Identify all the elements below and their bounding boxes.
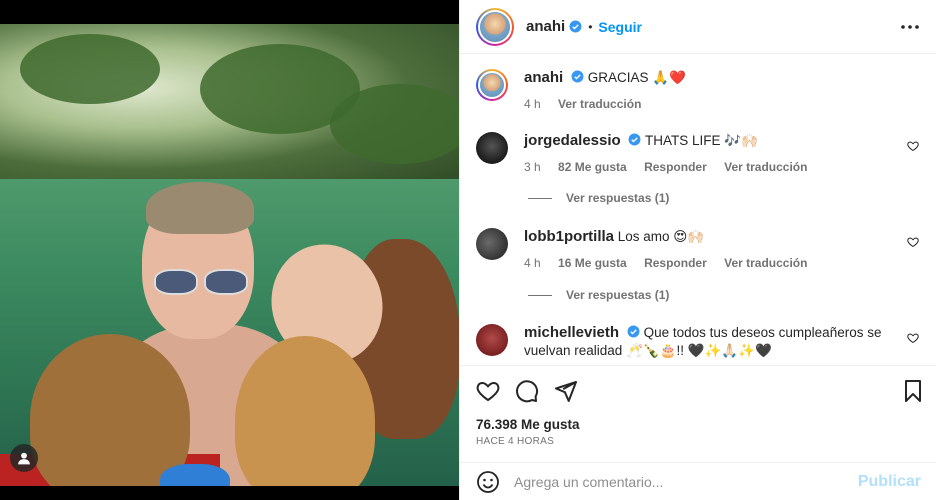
- comment-username[interactable]: jorgedalessio: [524, 132, 621, 149]
- comment-input[interactable]: Agrega un comentario...: [514, 474, 663, 490]
- photo-leaf: [20, 34, 160, 104]
- comment-time[interactable]: 3 h: [524, 160, 541, 174]
- view-replies-button[interactable]: Ver respuestas (1): [528, 288, 669, 302]
- header-separator: •: [588, 19, 593, 34]
- verified-badge-icon: [571, 70, 584, 83]
- comment-username[interactable]: michellevieth: [524, 324, 619, 341]
- see-translation-button[interactable]: Ver traducción: [724, 160, 807, 174]
- like-comment-icon[interactable]: [907, 140, 919, 152]
- see-translation-button[interactable]: Ver traducción: [724, 256, 807, 270]
- follow-button[interactable]: Seguir: [598, 19, 642, 35]
- reply-button[interactable]: Responder: [644, 160, 707, 174]
- verified-badge-icon: [629, 133, 641, 146]
- comment-text: THATS LIFE 🎶🙌🏻: [644, 133, 758, 148]
- add-comment-bar: Agrega un comentario... Publicar: [460, 462, 936, 500]
- tagged-users-button[interactable]: [10, 444, 38, 472]
- avatar[interactable]: [476, 324, 508, 356]
- instagram-post-modal: anahi • Seguir anahi GRACIAS 🙏❤️ 4 h Ver…: [0, 0, 936, 500]
- share-send-icon[interactable]: [554, 379, 578, 403]
- comment-bubble-icon[interactable]: [515, 379, 539, 403]
- verified-badge-icon: [569, 20, 582, 33]
- post-header: anahi • Seguir: [460, 0, 936, 54]
- header-username[interactable]: anahi: [526, 18, 565, 35]
- caption-time[interactable]: 4 h: [524, 97, 541, 111]
- publish-button[interactable]: Publicar: [858, 473, 921, 491]
- likes-count[interactable]: 76.398 Me gusta: [476, 417, 580, 432]
- caption-text: GRACIAS 🙏❤️: [587, 70, 686, 85]
- comment-time[interactable]: 4 h: [524, 256, 541, 270]
- post-side-panel: anahi • Seguir anahi GRACIAS 🙏❤️ 4 h Ver…: [459, 0, 936, 500]
- photo-leaf: [330, 84, 459, 164]
- avatar[interactable]: [476, 132, 508, 164]
- like-heart-icon[interactable]: [476, 379, 500, 403]
- photo-person: [146, 182, 254, 234]
- post-photo[interactable]: [0, 24, 459, 486]
- divider: [528, 294, 552, 296]
- comment-likes[interactable]: 82 Me gusta: [558, 160, 627, 174]
- more-horizontal-icon: [901, 25, 919, 29]
- photo-sunglasses: [150, 269, 250, 297]
- photo-person: [160, 464, 230, 486]
- view-replies-button[interactable]: Ver respuestas (1): [528, 191, 669, 205]
- save-bookmark-icon[interactable]: [901, 379, 925, 403]
- comment-text: Los amo 😍🙌🏻: [617, 229, 705, 244]
- avatar[interactable]: [476, 228, 508, 260]
- caption-username[interactable]: anahi: [524, 69, 563, 86]
- action-bar: [460, 365, 936, 415]
- avatar[interactable]: [476, 7, 514, 46]
- comment-likes[interactable]: 16 Me gusta: [558, 256, 627, 270]
- view-replies-label[interactable]: Ver respuestas (1): [566, 191, 669, 205]
- see-translation-button[interactable]: Ver traducción: [558, 97, 641, 111]
- like-comment-icon[interactable]: [907, 236, 919, 248]
- post-timestamp[interactable]: HACE 4 HORAS: [476, 436, 554, 447]
- verified-badge-icon: [627, 325, 640, 338]
- like-comment-icon[interactable]: [907, 332, 919, 344]
- view-replies-label[interactable]: Ver respuestas (1): [566, 288, 669, 302]
- avatar[interactable]: [476, 69, 508, 101]
- divider: [528, 197, 552, 199]
- comment-username[interactable]: lobb1portilla: [524, 228, 614, 245]
- emoji-icon[interactable]: [476, 470, 500, 494]
- more-options-button[interactable]: [899, 16, 921, 38]
- comments-list[interactable]: anahi GRACIAS 🙏❤️ 4 h Ver traducción jor…: [460, 55, 936, 365]
- user-tag-icon: [18, 452, 30, 465]
- reply-button[interactable]: Responder: [644, 256, 707, 270]
